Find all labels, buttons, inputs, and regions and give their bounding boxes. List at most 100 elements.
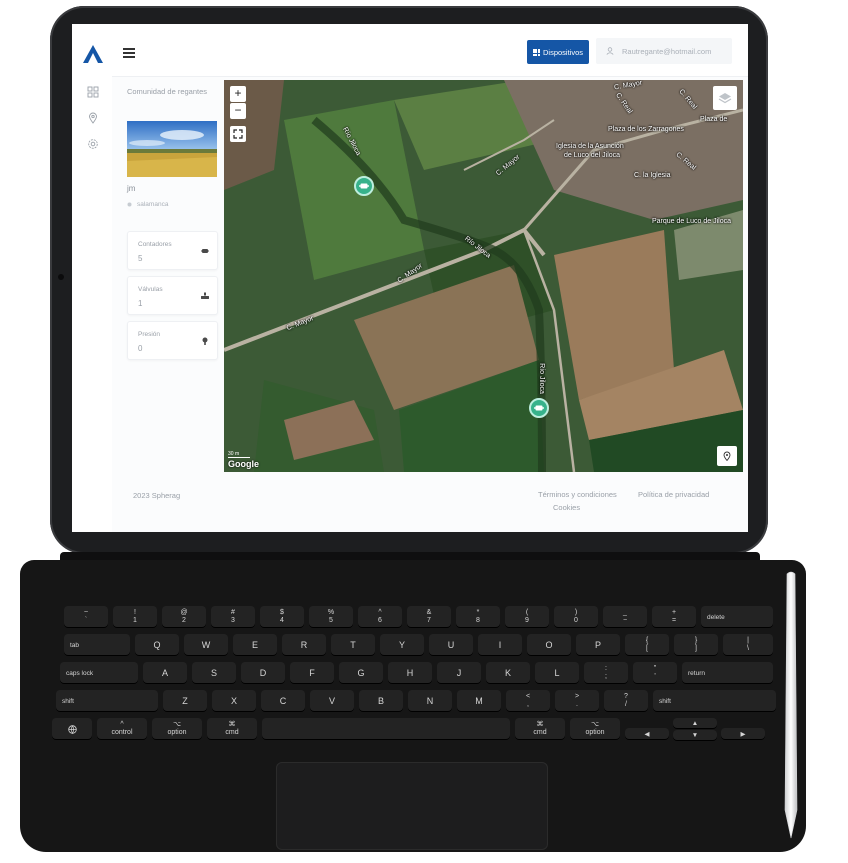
menu-icon[interactable] bbox=[123, 48, 135, 58]
key-2[interactable]: @2 bbox=[162, 606, 206, 628]
key-=[interactable]: + = bbox=[652, 606, 696, 628]
key-arrow-left[interactable]: ◀ bbox=[625, 728, 669, 740]
key-u[interactable]: U bbox=[429, 634, 473, 656]
key-glyph-bottom: ; bbox=[605, 673, 607, 680]
zoom-in-button[interactable]: + bbox=[230, 86, 246, 102]
fullscreen-button[interactable] bbox=[230, 126, 246, 142]
terms-link[interactable]: Términos y condiciones bbox=[538, 490, 617, 499]
key-9[interactable]: (9 bbox=[505, 606, 549, 628]
key-z[interactable]: Z bbox=[163, 690, 207, 712]
key-option-right[interactable]: ⌥ option bbox=[570, 718, 620, 740]
devices-button[interactable]: Dispositivos bbox=[527, 40, 589, 64]
key-o[interactable]: O bbox=[527, 634, 571, 656]
valves-label: Válvulas bbox=[138, 286, 163, 293]
meters-card[interactable]: Contadores 5 bbox=[127, 231, 218, 270]
key-5[interactable]: % 5 bbox=[309, 606, 353, 628]
key-4[interactable]: $4 bbox=[260, 606, 304, 628]
key-glyph-bottom: option bbox=[167, 729, 187, 736]
key-caps-lock[interactable]: caps lock bbox=[60, 662, 138, 684]
layers-button[interactable] bbox=[713, 86, 737, 110]
key-punct-b0[interactable]: <, bbox=[506, 690, 550, 712]
key-arrow-right[interactable]: ▶ bbox=[721, 728, 765, 740]
key-q[interactable]: Q bbox=[135, 634, 179, 656]
key-cmd-right[interactable]: ⌘ cmd bbox=[515, 718, 565, 740]
key-g[interactable]: G bbox=[339, 662, 383, 684]
key-v[interactable]: V bbox=[310, 690, 354, 712]
key-x[interactable]: X bbox=[212, 690, 256, 712]
footer: 2023 Spherag Términos y condiciones Polí… bbox=[112, 479, 748, 532]
key-n[interactable]: N bbox=[408, 690, 452, 712]
settings-icon[interactable] bbox=[87, 138, 99, 150]
key-space[interactable] bbox=[262, 718, 510, 740]
map-pin-icon[interactable] bbox=[87, 112, 99, 124]
key-h[interactable]: H bbox=[388, 662, 432, 684]
key-d[interactable]: D bbox=[241, 662, 285, 684]
key-−[interactable]: _ − bbox=[603, 606, 647, 628]
dashboard-icon[interactable] bbox=[87, 86, 99, 98]
pressure-icon bbox=[202, 337, 208, 345]
key-glyph-top: > bbox=[574, 693, 580, 700]
locate-button[interactable] bbox=[717, 446, 737, 466]
key-t[interactable]: T bbox=[331, 634, 375, 656]
pressure-card[interactable]: Presión 0 bbox=[127, 321, 218, 360]
key-i[interactable]: I bbox=[478, 634, 522, 656]
key-shift-right[interactable]: shift bbox=[653, 690, 776, 712]
key-punct-1[interactable]: " ' bbox=[633, 662, 677, 684]
cookies-link[interactable]: Cookies bbox=[553, 503, 580, 512]
user-menu[interactable]: Rautregante@hotmail.com bbox=[596, 38, 732, 64]
key-cmd-left[interactable]: ⌘ cmd bbox=[207, 718, 257, 740]
map-label-parque: Parque de Luco de Jiloca bbox=[652, 218, 731, 225]
privacy-link[interactable]: Política de privacidad bbox=[638, 490, 709, 499]
key-punct-b2[interactable]: ? / bbox=[604, 690, 648, 712]
key-arrow-up[interactable]: ▲ bbox=[673, 718, 717, 729]
key-glyph-bottom: / bbox=[625, 701, 627, 708]
key-punct-0[interactable]: :; bbox=[584, 662, 628, 684]
key-7[interactable]: & 7 bbox=[407, 606, 451, 628]
trackpad[interactable] bbox=[276, 762, 548, 850]
key-return[interactable]: return bbox=[682, 662, 773, 684]
key-globe[interactable] bbox=[52, 718, 92, 740]
key-s[interactable]: S bbox=[192, 662, 236, 684]
zoom-out-button[interactable]: − bbox=[230, 103, 246, 119]
key-k[interactable]: K bbox=[486, 662, 530, 684]
device-marker-2[interactable] bbox=[529, 398, 549, 418]
key-tab[interactable]: tab bbox=[64, 634, 130, 656]
grid-icon bbox=[532, 48, 540, 56]
pressure-label: Presión bbox=[138, 331, 161, 338]
key-bracket-2[interactable]: | \ bbox=[723, 634, 773, 656]
key-delete[interactable]: delete bbox=[701, 606, 773, 628]
key-glyph-bottom: ' bbox=[654, 673, 656, 680]
key-bracket-0[interactable]: {[ bbox=[625, 634, 669, 656]
key-f[interactable]: F bbox=[290, 662, 334, 684]
key-0[interactable]: ) 0 bbox=[554, 606, 598, 628]
key-shift-left[interactable]: shift bbox=[56, 690, 158, 712]
location: salamanca bbox=[127, 201, 168, 208]
key-punct-b1[interactable]: >. bbox=[555, 690, 599, 712]
key-3[interactable]: #3 bbox=[211, 606, 255, 628]
key-r[interactable]: R bbox=[282, 634, 326, 656]
key-control[interactable]: ^ control bbox=[97, 718, 147, 740]
key-6[interactable]: ^ 6 bbox=[358, 606, 402, 628]
key-c[interactable]: C bbox=[261, 690, 305, 712]
key-8[interactable]: * 8 bbox=[456, 606, 500, 628]
key-w[interactable]: W bbox=[184, 634, 228, 656]
key-a[interactable]: A bbox=[143, 662, 187, 684]
map-imagery bbox=[224, 80, 743, 472]
key-y[interactable]: Y bbox=[380, 634, 424, 656]
key-m[interactable]: M bbox=[457, 690, 501, 712]
meter-icon bbox=[201, 249, 209, 253]
key-1[interactable]: ! 1 bbox=[113, 606, 157, 628]
key-b[interactable]: B bbox=[359, 690, 403, 712]
key-bracket-1[interactable]: }] bbox=[674, 634, 718, 656]
valves-card[interactable]: Válvulas 1 bbox=[127, 276, 218, 315]
device-marker-1[interactable] bbox=[354, 176, 374, 196]
key-l[interactable]: L bbox=[535, 662, 579, 684]
key-e[interactable]: E bbox=[233, 634, 277, 656]
key-arrow-down[interactable]: ▼ bbox=[673, 730, 717, 741]
satellite-map[interactable]: + − Río Jiloca Río Jiloca Río Jiloca C. … bbox=[224, 80, 743, 472]
key-j[interactable]: J bbox=[437, 662, 481, 684]
key-glyph-bottom: . bbox=[576, 701, 578, 708]
key-tilde[interactable]: ~ ` bbox=[64, 606, 108, 628]
key-p[interactable]: P bbox=[576, 634, 620, 656]
key-option-left[interactable]: ⌥ option bbox=[152, 718, 202, 740]
